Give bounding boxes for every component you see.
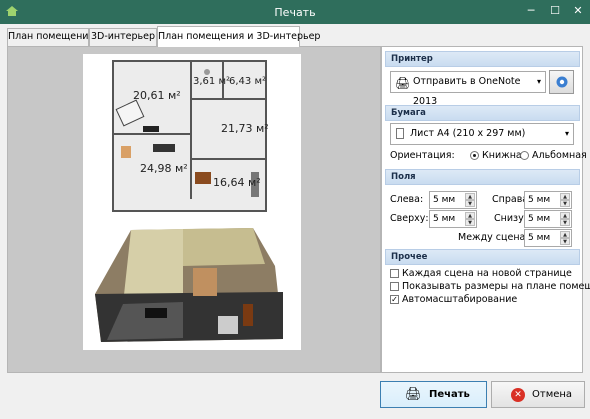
- between-scenes-spinner[interactable]: 5 мм ▲ ▼: [524, 229, 572, 247]
- tab-floor-plan[interactable]: План помещения: [7, 28, 94, 46]
- cancel-button-label: Отмена: [532, 389, 573, 400]
- gear-icon: [556, 76, 568, 88]
- printer-section-header: Принтер: [385, 51, 580, 67]
- print-button-label: Печать: [429, 389, 470, 400]
- left-margin-spinner[interactable]: 5 мм ▲ ▼: [429, 191, 477, 209]
- top-margin-spinner[interactable]: 5 мм ▲ ▼: [429, 210, 477, 228]
- left-margin-label: Слева:: [390, 194, 424, 205]
- between-scenes-value: 5 мм: [528, 233, 551, 243]
- cancel-button[interactable]: ✕ Отмена: [491, 381, 585, 408]
- title-bar: Печать ─ ☐ ✕: [0, 0, 590, 24]
- landscape-label[interactable]: Альбомная: [532, 150, 587, 161]
- spin-down-icon[interactable]: ▼: [465, 219, 475, 226]
- room-area-label: 3,61 м²: [193, 76, 230, 87]
- bottom-margin-value: 5 мм: [528, 214, 551, 224]
- paper-size-value: Лист A4 (210 x 297 мм): [410, 128, 526, 139]
- tab-floor-plan-and-3d[interactable]: План помещения и 3D-интерьер: [157, 26, 320, 47]
- bottom-margin-label: Снизу:: [494, 213, 527, 224]
- minimize-icon[interactable]: ─: [521, 4, 541, 18]
- spin-up-icon[interactable]: ▲: [465, 193, 475, 200]
- new-page-per-scene-label[interactable]: Каждая сцена на новой странице: [402, 268, 572, 279]
- spin-down-icon[interactable]: ▼: [560, 238, 570, 245]
- printer-select[interactable]: 🖨 Отправить в OneNote 2013 ▾: [390, 71, 546, 107]
- top-margin-label: Сверху:: [390, 213, 429, 224]
- room-area-label: 20,61 м²: [133, 89, 181, 102]
- room-area-label: 6,43 м²: [229, 76, 266, 87]
- right-margin-value: 5 мм: [528, 195, 551, 205]
- orientation-label: Ориентация:: [390, 150, 455, 161]
- paper-size-select[interactable]: Лист A4 (210 x 297 мм) ▾: [390, 123, 574, 145]
- settings-panel: Принтер 🖨 Отправить в OneNote 2013 ▾ Бум…: [381, 46, 590, 373]
- printer-icon: 🖨: [395, 76, 411, 90]
- show-dimensions-label[interactable]: Показывать размеры на плане помещения: [402, 281, 590, 292]
- room-area-label: 16,64 м²: [213, 176, 261, 189]
- landscape-radio[interactable]: [520, 151, 529, 160]
- maximize-icon[interactable]: ☐: [545, 4, 565, 18]
- tab-3d-interior[interactable]: 3D-интерьер: [89, 28, 157, 46]
- auto-scale-label[interactable]: Автомасштабирование: [402, 294, 517, 305]
- margins-section-header: Поля: [385, 169, 580, 185]
- other-section-header: Прочее: [385, 249, 580, 265]
- preview-page: 20,61 м² 3,61 м² 6,43 м² 21,73 м² 24,98 …: [83, 54, 301, 350]
- chevron-down-icon: ▾: [564, 129, 569, 138]
- print-preview-area: 20,61 м² 3,61 м² 6,43 м² 21,73 м² 24,98 …: [7, 46, 381, 373]
- portrait-radio[interactable]: [470, 151, 479, 160]
- spin-up-icon[interactable]: ▲: [560, 231, 570, 238]
- auto-scale-checkbox[interactable]: ✓: [390, 295, 399, 304]
- show-dimensions-checkbox[interactable]: [390, 282, 399, 291]
- room-area-label: 21,73 м²: [221, 122, 269, 135]
- close-icon[interactable]: ✕: [568, 4, 588, 18]
- cancel-icon: ✕: [511, 388, 525, 402]
- left-margin-value: 5 мм: [433, 195, 456, 205]
- spin-up-icon[interactable]: ▲: [560, 193, 570, 200]
- spin-down-icon[interactable]: ▼: [465, 200, 475, 207]
- chevron-down-icon: ▾: [536, 77, 541, 86]
- room-area-label: 24,98 м²: [140, 162, 188, 175]
- floor-plan-preview: 20,61 м² 3,61 м² 6,43 м² 21,73 м² 24,98 …: [95, 60, 283, 342]
- bottom-margin-spinner[interactable]: 5 мм ▲ ▼: [524, 210, 572, 228]
- print-button[interactable]: 🖨 Печать: [380, 381, 487, 408]
- document-icon: [396, 128, 404, 139]
- spin-up-icon[interactable]: ▲: [560, 212, 570, 219]
- printer-settings-button[interactable]: [549, 70, 574, 94]
- spin-up-icon[interactable]: ▲: [465, 212, 475, 219]
- spin-down-icon[interactable]: ▼: [560, 200, 570, 207]
- spin-down-icon[interactable]: ▼: [560, 219, 570, 226]
- top-margin-value: 5 мм: [433, 214, 456, 224]
- new-page-per-scene-checkbox[interactable]: [390, 269, 399, 278]
- right-margin-spinner[interactable]: 5 мм ▲ ▼: [524, 191, 572, 209]
- window-title: Печать: [274, 6, 316, 19]
- printer-icon: 🖨: [405, 387, 422, 402]
- paper-section-header: Бумага: [385, 105, 580, 121]
